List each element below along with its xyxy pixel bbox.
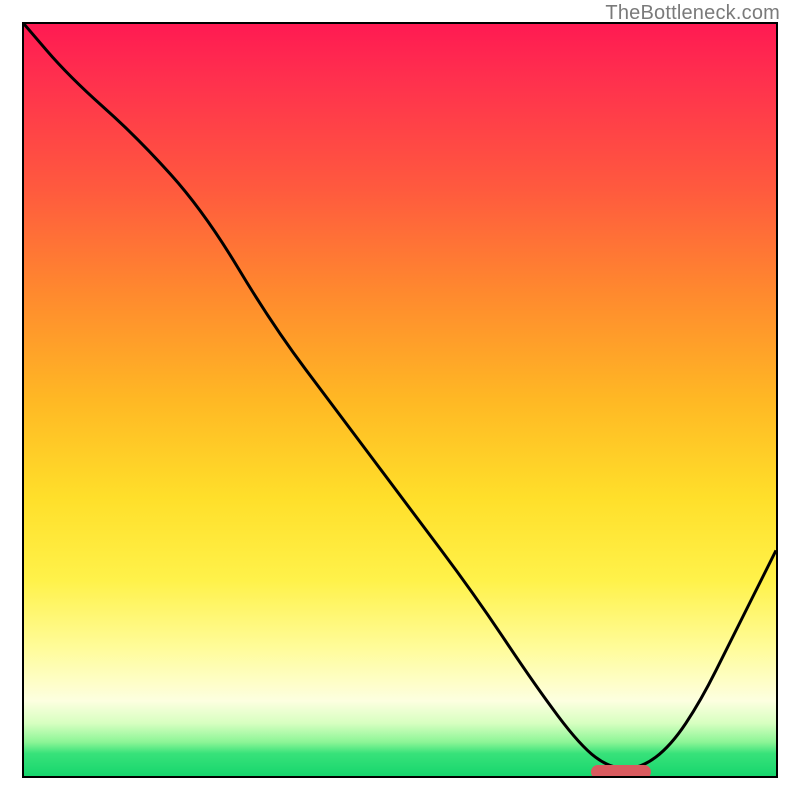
plot-area <box>22 22 778 778</box>
bottleneck-chart: TheBottleneck.com <box>0 0 800 800</box>
optimal-range-marker <box>591 765 651 778</box>
bottleneck-curve-path <box>24 24 776 768</box>
curve-layer <box>24 24 776 776</box>
